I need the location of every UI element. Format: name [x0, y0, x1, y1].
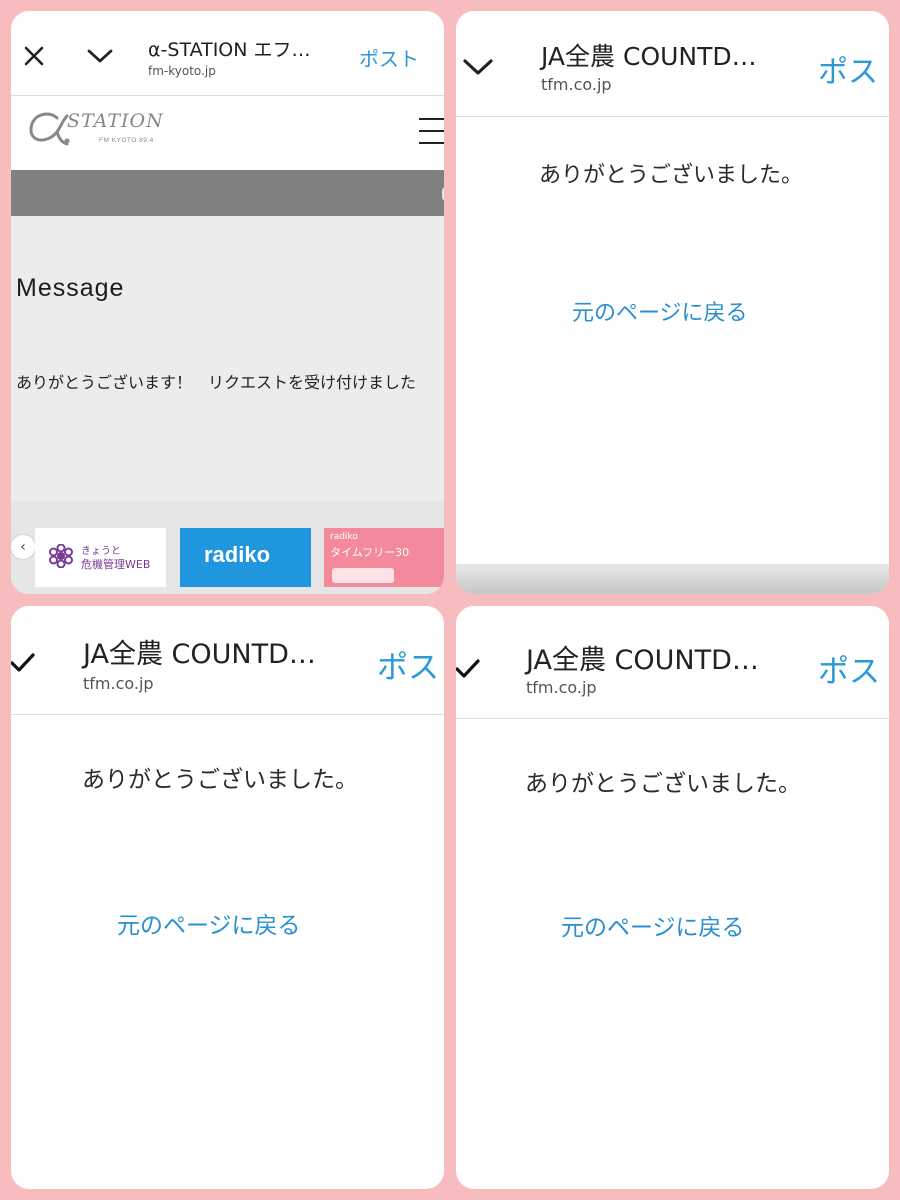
browser-header: JA全農 COUNTD… tfm.co.jp ポス: [11, 606, 444, 715]
banner-timefree[interactable]: radiko タイムフリー30: [324, 528, 444, 587]
post-button[interactable]: ポス: [377, 642, 439, 687]
chevron-down-icon[interactable]: [87, 48, 113, 64]
thanks-message: ありがとうございました。: [82, 767, 358, 793]
logo-text: STATION: [67, 110, 164, 132]
grey-band: [11, 170, 444, 216]
page-title: α-STATION エフ…: [148, 39, 311, 61]
panel-tfm-3: JA全農 COUNTD… tfm.co.jp ポス ありがとうございました。 元…: [456, 606, 889, 1189]
back-to-original-page-link[interactable]: 元のページに戻る: [117, 906, 301, 940]
bottom-shade: [456, 564, 889, 594]
browser-header: α-STATION エフ… fm-kyoto.jp ポスト: [11, 11, 444, 96]
timefree-line2: タイムフリー30: [330, 546, 410, 559]
check-icon[interactable]: [456, 656, 480, 680]
panel-tfm-2: JA全農 COUNTD… tfm.co.jp ポス ありがとうございました。 元…: [11, 606, 444, 1189]
page-domain: tfm.co.jp: [83, 674, 154, 693]
panel-fm-kyoto: α-STATION エフ… fm-kyoto.jp ポスト STATION FM…: [11, 11, 444, 594]
site-navbar: STATION FM KYOTO 89.4: [11, 96, 444, 170]
message-area: Message ありがとうございます！ リクエストを受け付けました: [11, 216, 444, 501]
browser-header: JA全農 COUNTD… tfm.co.jp ポス: [456, 606, 889, 719]
thanks-message: ありがとうございました。: [539, 163, 804, 188]
browser-header: JA全農 COUNTD… tfm.co.jp ポス: [456, 11, 889, 117]
panel-tfm-1: JA全農 COUNTD… tfm.co.jp ポス ありがとうございました。 元…: [456, 11, 889, 594]
banner-radiko[interactable]: radiko: [180, 528, 311, 587]
kiki-line1: きょうと: [81, 546, 121, 557]
page-domain: tfm.co.jp: [541, 75, 612, 94]
post-button[interactable]: ポス: [818, 47, 878, 91]
post-button[interactable]: ポスト: [359, 43, 419, 72]
check-icon[interactable]: [11, 650, 35, 674]
page-title: JA全農 COUNTD…: [526, 645, 759, 676]
scroll-indicator: [442, 187, 444, 201]
banner-kiki-kanri[interactable]: きょうと 危機管理WEB: [35, 528, 166, 587]
flower-icon: [49, 544, 73, 568]
timefree-subtext-box: [332, 568, 394, 583]
chevron-down-icon[interactable]: [462, 57, 494, 77]
banner-carousel: ‹ きょうと 危機管理WEB radiko radiko タイムフリー30: [11, 501, 444, 594]
back-to-original-page-link[interactable]: 元のページに戻る: [572, 295, 748, 327]
thanks-message: ありがとうございました。: [525, 771, 801, 797]
close-icon[interactable]: [23, 45, 45, 67]
page-domain: fm-kyoto.jp: [148, 64, 216, 78]
page-title: JA全農 COUNTD…: [541, 42, 757, 71]
kiki-line2: 危機管理WEB: [81, 558, 151, 571]
page-title: JA全農 COUNTD…: [83, 639, 316, 670]
radiko-label: radiko: [204, 542, 271, 567]
timefree-line1: radiko: [330, 532, 358, 542]
back-to-original-page-link[interactable]: 元のページに戻る: [561, 908, 745, 942]
message-heading: Message: [16, 274, 125, 302]
menu-icon[interactable]: [419, 116, 444, 146]
message-body: ありがとうございます！ リクエストを受け付けました: [16, 373, 417, 392]
page-domain: tfm.co.jp: [526, 678, 597, 697]
post-button[interactable]: ポス: [818, 646, 880, 691]
alpha-station-logo[interactable]: [27, 108, 71, 148]
logo-subtext: FM KYOTO 89.4: [99, 137, 154, 144]
carousel-prev-button[interactable]: ‹: [11, 535, 35, 559]
